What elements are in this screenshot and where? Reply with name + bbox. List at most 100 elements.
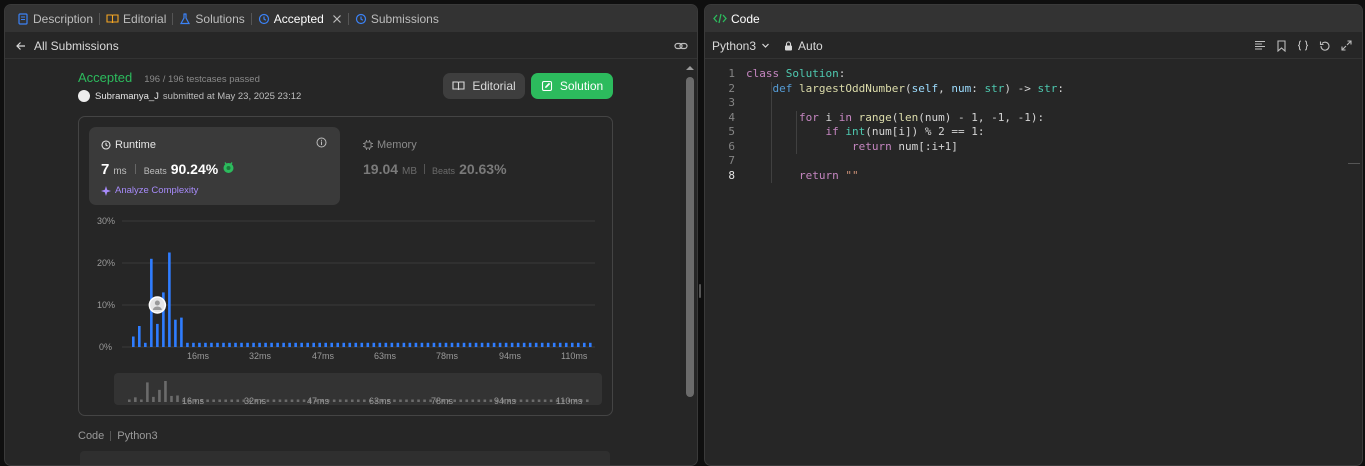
runtime-bar[interactable] — [396, 342, 400, 347]
autocomplete-mode[interactable]: Auto — [784, 39, 823, 53]
runtime-bar[interactable] — [348, 342, 352, 347]
runtime-bar[interactable] — [540, 342, 544, 347]
close-icon[interactable] — [332, 14, 342, 24]
tab-editorial[interactable]: Editorial — [100, 5, 172, 32]
runtime-bar[interactable] — [462, 342, 466, 347]
runtime-bar[interactable] — [294, 342, 297, 347]
code-line[interactable]: def largestOddNumber(self, num: str) -> … — [746, 82, 1064, 95]
code-line[interactable]: return num[:i+1] — [746, 140, 958, 153]
scrollbar-thumb[interactable] — [686, 77, 694, 397]
solution-button[interactable]: Solution — [531, 73, 613, 99]
tab-submissions[interactable]: Submissions — [349, 5, 445, 32]
runtime-bar[interactable] — [372, 342, 376, 347]
runtime-bar[interactable] — [342, 342, 346, 347]
analyze-complexity-link[interactable]: Analyze Complexity — [101, 185, 198, 196]
chart-range-navigator[interactable]: 16ms 32ms 47ms 63ms 78ms 94ms 110ms — [114, 373, 602, 406]
runtime-bar[interactable] — [468, 342, 472, 347]
runtime-bar[interactable] — [378, 342, 382, 347]
runtime-bar[interactable] — [288, 342, 291, 347]
runtime-bar[interactable] — [282, 342, 285, 347]
scroll-up-icon[interactable] — [684, 63, 696, 73]
runtime-bar[interactable] — [516, 342, 520, 347]
runtime-bar[interactable] — [156, 323, 159, 347]
runtime-bar[interactable] — [510, 342, 514, 347]
runtime-bar[interactable] — [168, 252, 171, 348]
tab-code[interactable]: Code — [705, 5, 766, 32]
runtime-bar[interactable] — [228, 342, 231, 347]
your-submission-marker[interactable] — [148, 296, 167, 314]
runtime-bar[interactable] — [354, 342, 358, 347]
runtime-bar[interactable] — [180, 317, 183, 347]
runtime-bar[interactable] — [522, 342, 526, 347]
runtime-bar[interactable] — [204, 342, 207, 347]
runtime-bar[interactable] — [366, 342, 370, 347]
tab-accepted[interactable]: Accepted — [252, 5, 348, 32]
runtime-bar[interactable] — [258, 342, 261, 347]
format-icon[interactable] — [1254, 40, 1266, 51]
runtime-bar[interactable] — [528, 342, 532, 347]
runtime-bar[interactable] — [390, 342, 394, 347]
runtime-bar[interactable] — [414, 342, 418, 347]
runtime-bar[interactable] — [474, 342, 478, 347]
runtime-bar[interactable] — [276, 342, 279, 347]
runtime-bar[interactable] — [534, 342, 538, 347]
code-line[interactable]: return "" — [746, 169, 859, 182]
info-icon[interactable] — [316, 137, 327, 148]
runtime-bar[interactable] — [420, 342, 424, 347]
runtime-bar[interactable] — [270, 342, 273, 347]
runtime-bar[interactable] — [186, 342, 189, 347]
runtime-bar[interactable] — [438, 342, 442, 347]
expand-icon[interactable] — [1341, 40, 1352, 51]
scrollbar[interactable] — [684, 61, 696, 461]
runtime-bar[interactable] — [486, 342, 490, 347]
runtime-bar[interactable] — [318, 342, 322, 347]
runtime-bar[interactable] — [384, 342, 388, 347]
avatar[interactable] — [78, 90, 90, 102]
runtime-bar[interactable] — [576, 342, 580, 347]
editorial-button[interactable]: Editorial — [443, 73, 525, 99]
tab-solutions[interactable]: Solutions — [173, 5, 250, 32]
runtime-bar[interactable] — [240, 342, 243, 347]
runtime-bar[interactable] — [582, 342, 586, 347]
code-line[interactable]: for i in range(len(num) - 1, -1, -1): — [746, 111, 1044, 124]
runtime-bar[interactable] — [216, 342, 219, 347]
memory-card[interactable]: Memory 19.04 MB Beats 20.63% — [352, 127, 602, 205]
runtime-bar[interactable] — [588, 342, 592, 347]
runtime-bar[interactable] — [570, 342, 574, 347]
runtime-bar[interactable] — [450, 342, 454, 347]
runtime-bar[interactable] — [330, 342, 334, 347]
back-to-submissions-link[interactable]: All Submissions — [5, 39, 119, 53]
runtime-bar[interactable] — [336, 342, 340, 347]
code-line[interactable]: class Solution: — [746, 67, 845, 80]
panel-resize-handle[interactable] — [699, 284, 701, 298]
runtime-bar[interactable] — [444, 342, 448, 347]
runtime-bar[interactable] — [432, 342, 436, 347]
runtime-bar[interactable] — [324, 342, 328, 347]
username[interactable]: Subramanya_J — [95, 91, 159, 102]
code-line[interactable]: if int(num[i]) % 2 == 1: — [746, 125, 984, 138]
reset-icon[interactable] — [1319, 40, 1331, 52]
runtime-bar[interactable] — [426, 342, 430, 347]
runtime-bar[interactable] — [360, 342, 364, 347]
runtime-bar[interactable] — [498, 342, 502, 347]
runtime-bar[interactable] — [402, 342, 406, 347]
editor-scrollbar-marker[interactable] — [1348, 163, 1360, 164]
runtime-bar[interactable] — [132, 336, 135, 348]
runtime-bar[interactable] — [138, 326, 141, 347]
runtime-bar[interactable] — [198, 342, 201, 347]
runtime-bar[interactable] — [552, 342, 556, 347]
runtime-card[interactable]: Runtime 7 ms Beats 90.24% Analyze Comple… — [89, 127, 340, 205]
braces-icon[interactable] — [1297, 40, 1309, 51]
runtime-bar[interactable] — [144, 342, 147, 347]
runtime-bar[interactable] — [504, 342, 508, 347]
runtime-bar[interactable] — [252, 342, 255, 347]
runtime-bar[interactable] — [246, 342, 249, 347]
runtime-bar[interactable] — [546, 342, 550, 347]
runtime-bar[interactable] — [312, 342, 315, 347]
runtime-bar[interactable] — [456, 342, 460, 347]
runtime-bar[interactable] — [300, 342, 303, 347]
runtime-bar[interactable] — [234, 342, 237, 347]
runtime-bar[interactable] — [564, 342, 568, 347]
runtime-bar[interactable] — [408, 342, 412, 347]
bookmark-icon[interactable] — [1276, 39, 1287, 52]
